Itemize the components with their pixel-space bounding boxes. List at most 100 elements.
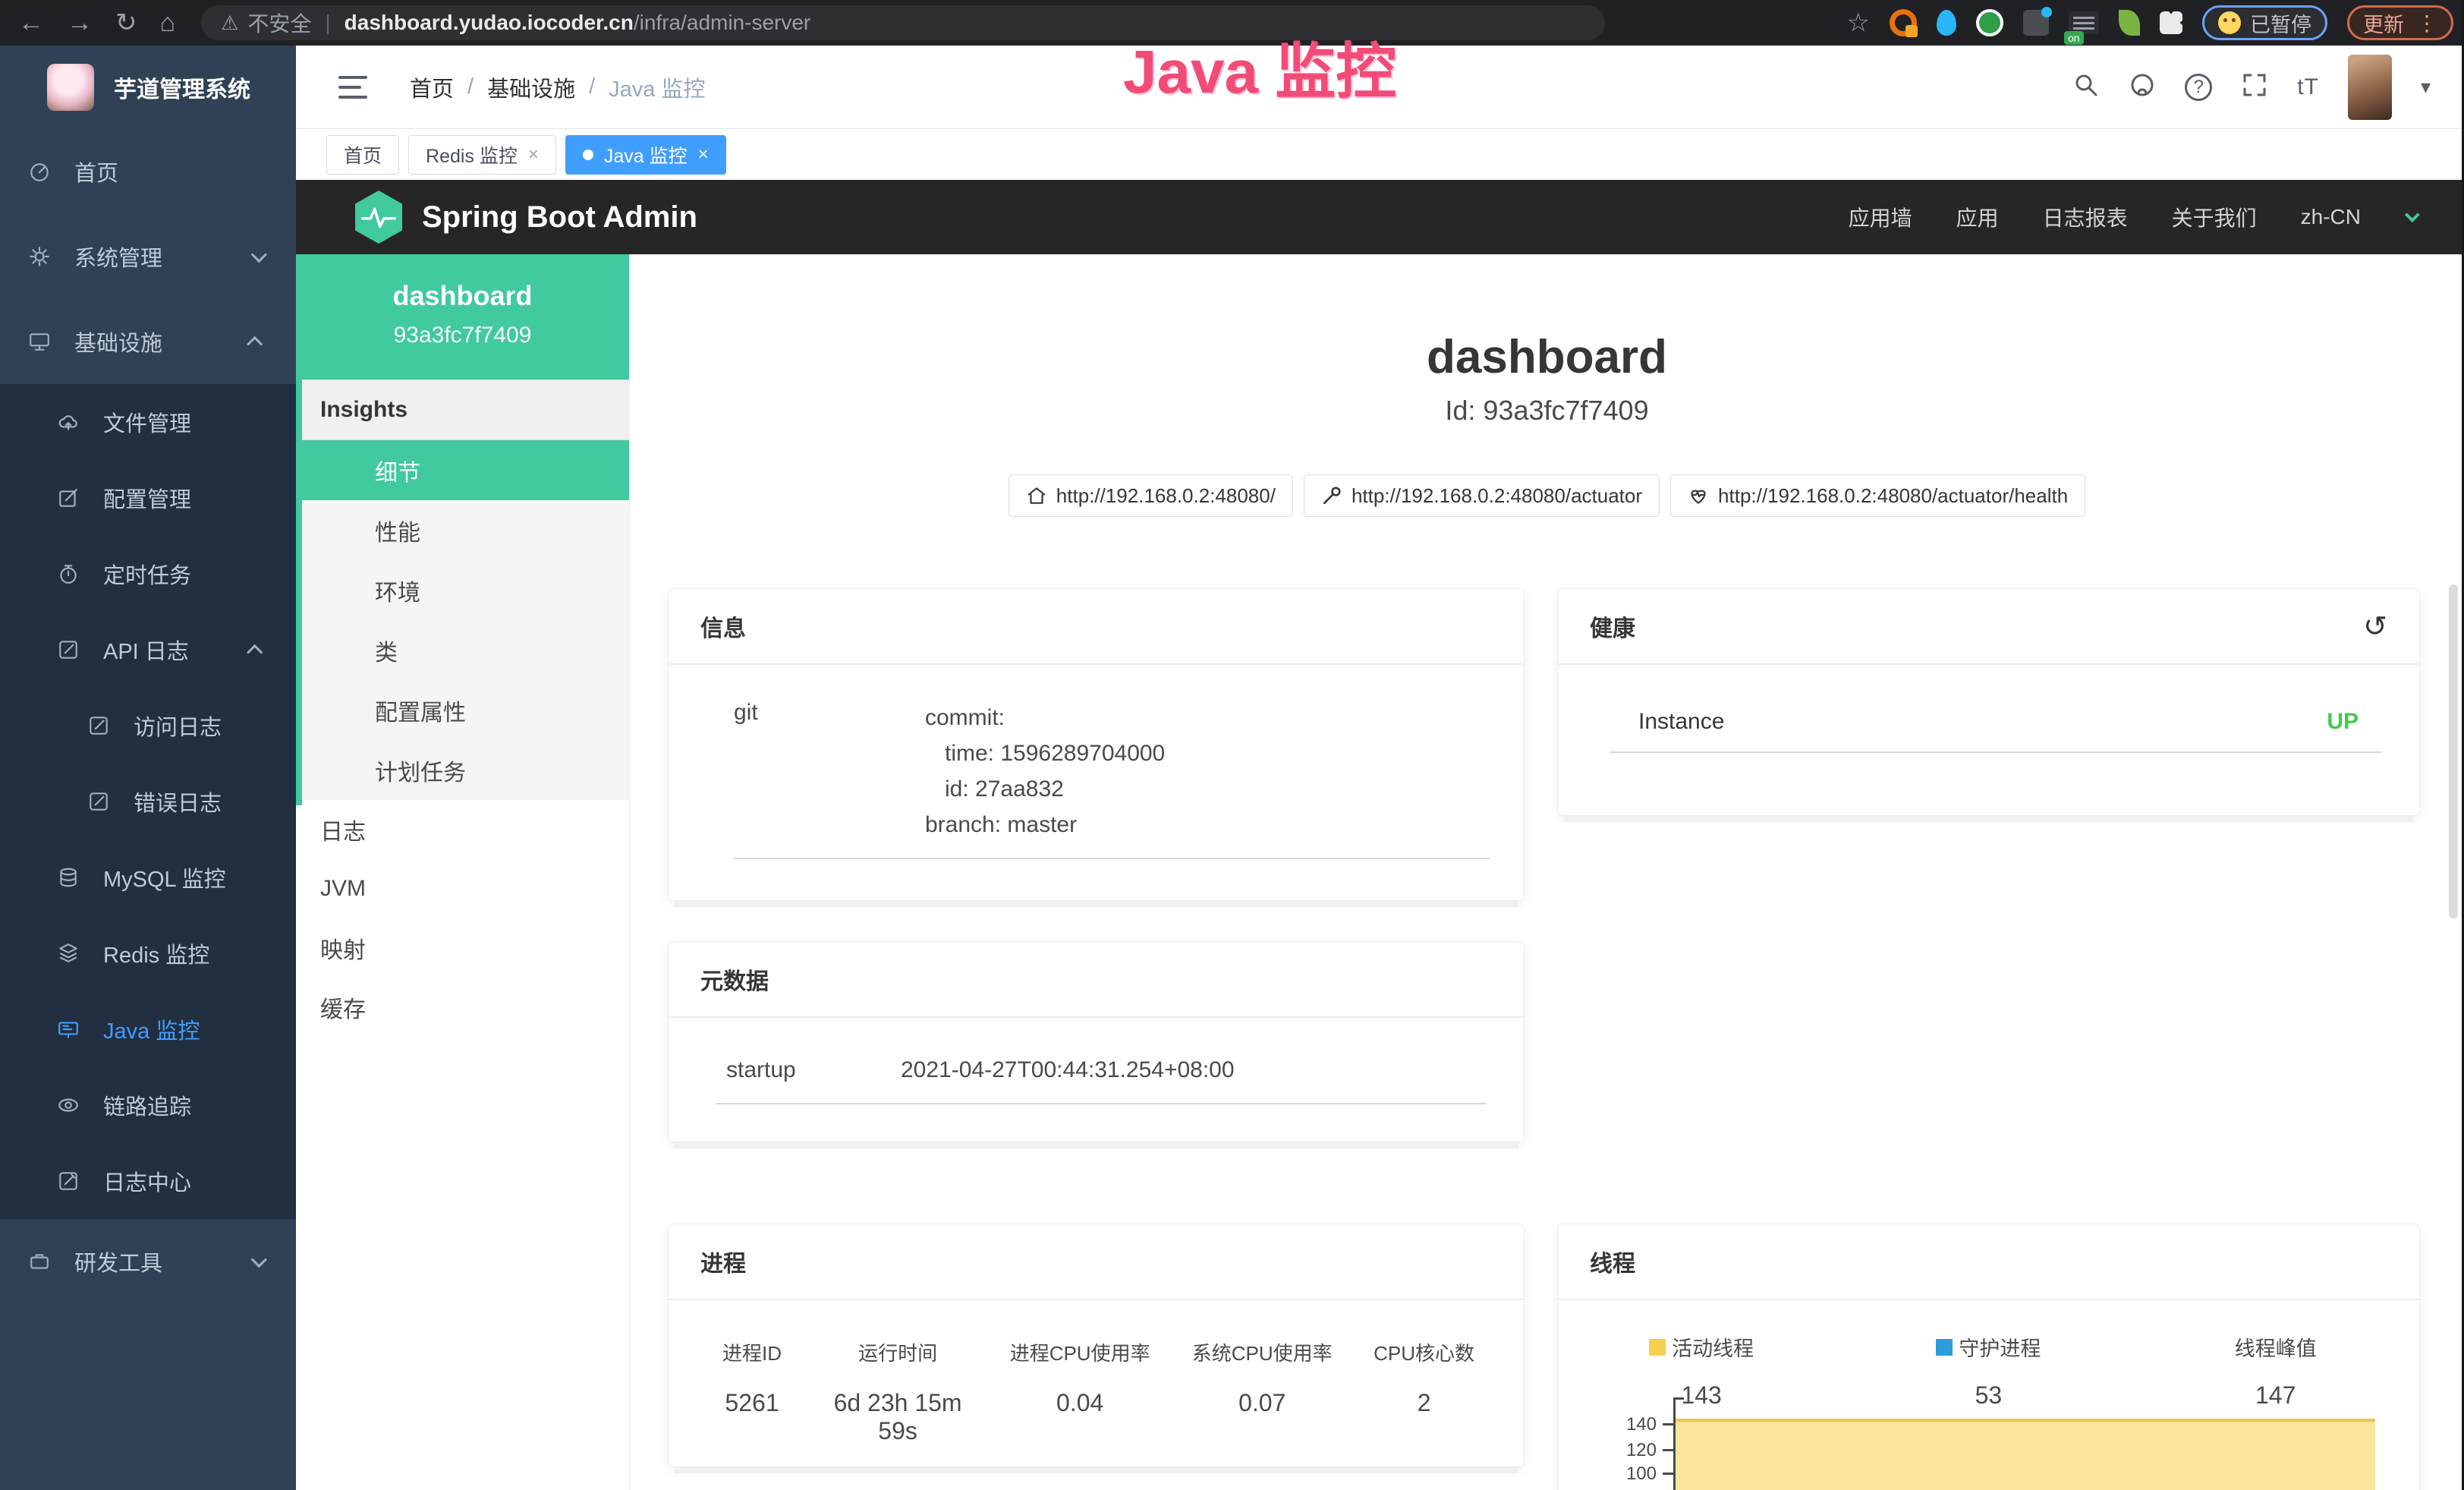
extension-icon-leaf[interactable]	[2119, 10, 2140, 36]
menu-item-environment[interactable]: 环境	[296, 560, 629, 620]
bookmark-star-icon[interactable]: ☆	[1847, 10, 1870, 36]
home-icon[interactable]: ⌂	[160, 10, 176, 36]
sidebar-toggle-icon[interactable]	[338, 76, 367, 99]
health-url-button[interactable]: http://192.168.0.2:48080/actuator/health	[1670, 474, 2085, 517]
axis-tick	[1663, 1423, 1673, 1425]
locale-caret-icon[interactable]	[2405, 207, 2420, 222]
card-info-title: 信息	[669, 589, 1524, 665]
health-status-up: UP	[2327, 709, 2359, 735]
sba-body: dashboard 93a3fc7f7409 Insights 细节 性能 环境…	[296, 254, 2464, 1490]
spring-boot-admin-logo-icon	[355, 191, 402, 244]
menu-item-mappings[interactable]: 映射	[296, 918, 629, 978]
user-avatar[interactable]	[2348, 55, 2392, 120]
app-logo-row[interactable]: 芋道管理系统	[0, 46, 296, 129]
log-icon	[85, 714, 112, 737]
back-icon[interactable]: ←	[18, 10, 44, 36]
menu-item-configprops[interactable]: 配置属性	[296, 680, 629, 740]
extensions-puzzle-icon[interactable]	[2160, 11, 2182, 34]
sidebar-item-devtools[interactable]: 研发工具	[0, 1219, 296, 1304]
chevron-down-icon	[251, 1252, 267, 1268]
font-size-icon[interactable]: tT	[2297, 74, 2319, 100]
process-uptime: 6d 23h 15m 59s	[813, 1389, 983, 1445]
process-cpu: 0.04	[983, 1389, 1177, 1445]
menu-item-jvm[interactable]: JVM	[296, 859, 629, 918]
sidebar-item-config[interactable]: 配置管理	[0, 460, 296, 536]
forward-icon[interactable]: →	[67, 10, 93, 36]
tab-redis-monitor[interactable]: Redis 监控×	[408, 135, 556, 175]
sidebar-item-access-log[interactable]: 访问日志	[0, 688, 296, 764]
reload-icon[interactable]: ↻	[115, 10, 137, 36]
history-icon[interactable]: ↺	[2363, 610, 2387, 644]
url-path: /infra/admin-server	[634, 11, 810, 35]
tab-java-monitor[interactable]: Java 监控×	[565, 135, 726, 175]
extension-icon-list[interactable]: on	[2069, 11, 2099, 34]
info-key-git: git	[734, 700, 925, 843]
card-threads-title: 线程	[1558, 1224, 2419, 1300]
card-health-title: 健康	[1590, 610, 1635, 643]
tab-home[interactable]: 首页	[326, 135, 399, 175]
sidebar-item-system[interactable]: 系统管理	[0, 214, 296, 299]
extension-icon-orange[interactable]	[1890, 9, 1917, 36]
menu-item-logs[interactable]: 日志	[296, 800, 629, 859]
sidebar-item-home[interactable]: 首页	[0, 129, 296, 214]
breadcrumb-current: Java 监控	[609, 71, 705, 103]
user-menu-caret-icon[interactable]: ▾	[2421, 75, 2431, 99]
sidebar-item-api-log[interactable]: API 日志	[0, 612, 296, 688]
sba-nav-about[interactable]: 关于我们	[2172, 202, 2257, 232]
sidebar-item-redis[interactable]: Redis 监控	[0, 915, 296, 991]
sidebar-item-log-center[interactable]: 日志中心	[0, 1143, 296, 1219]
instance-header[interactable]: dashboard 93a3fc7f7409	[296, 254, 629, 380]
sidebar-item-tracing[interactable]: 链路追踪	[0, 1067, 296, 1143]
heart-icon	[1688, 485, 1709, 506]
service-url-button[interactable]: http://192.168.0.2:48080/	[1009, 474, 1293, 517]
instance-id: 93a3fc7f7409	[296, 323, 629, 348]
sba-nav-wallboard[interactable]: 应用墙	[1849, 202, 1912, 232]
extension-icon-grid[interactable]	[2023, 10, 2049, 36]
ytick-140: 140	[1596, 1414, 1657, 1435]
sba-nav-journal[interactable]: 日志报表	[2043, 202, 2128, 232]
browser-menu-icon[interactable]: ⋮	[2416, 11, 2437, 36]
menu-item-details[interactable]: 细节	[296, 440, 629, 500]
close-icon[interactable]: ×	[528, 144, 539, 165]
chrome-update-button[interactable]: 更新 ⋮	[2347, 5, 2453, 40]
sba-locale-select[interactable]: zh-CN	[2301, 205, 2361, 229]
sidebar-item-infra[interactable]: 基础设施	[0, 299, 296, 384]
sidebar-item-java-monitor[interactable]: Java 监控	[0, 991, 296, 1067]
sidebar-item-files[interactable]: 文件管理	[0, 384, 296, 460]
briefcase-icon	[26, 1250, 53, 1273]
breadcrumb-home[interactable]: 首页	[410, 71, 454, 103]
monitor-icon	[26, 330, 53, 353]
search-icon[interactable]	[2072, 71, 2100, 102]
help-icon[interactable]: ?	[2185, 74, 2212, 101]
sidebar-item-jobs[interactable]: 定时任务	[0, 536, 296, 612]
wrench-icon	[1321, 485, 1342, 506]
breadcrumb-infra[interactable]: 基础设施	[487, 71, 575, 103]
menu-item-caches[interactable]: 缓存	[296, 978, 629, 1037]
log-icon	[85, 790, 112, 813]
sidebar-item-mysql[interactable]: MySQL 监控	[0, 840, 296, 915]
sidebar-item-error-log[interactable]: 错误日志	[0, 764, 296, 840]
actuator-url-button[interactable]: http://192.168.0.2:48080/actuator	[1304, 474, 1660, 517]
github-icon[interactable]	[2129, 71, 2156, 102]
info-value-git: commit: time: 1596289704000 id: 27aa832 …	[925, 700, 1165, 843]
fullscreen-icon[interactable]	[2241, 71, 2268, 102]
layers-icon	[55, 942, 82, 965]
active-section-strip	[296, 254, 302, 805]
profile-paused-chip[interactable]: 已暂停	[2202, 5, 2327, 40]
health-key-instance: Instance	[1638, 709, 1724, 735]
profile-avatar-emoji	[2218, 11, 2241, 34]
menu-item-classes[interactable]: 类	[296, 620, 629, 680]
dashboard-icon	[26, 160, 53, 183]
content-scrollbar[interactable]	[2449, 584, 2458, 918]
extension-icon-green[interactable]	[1976, 9, 2003, 36]
close-icon[interactable]: ×	[698, 144, 709, 165]
divider	[1610, 751, 2381, 753]
extension-icon-drop[interactable]	[1937, 10, 1956, 36]
sba-nav-applications[interactable]: 应用	[1956, 202, 1999, 232]
database-icon	[55, 866, 82, 889]
menu-item-metrics[interactable]: 性能	[296, 500, 629, 560]
axis-tick	[1663, 1449, 1673, 1451]
browser-actions: ☆ on 已暂停 更新 ⋮	[1847, 5, 2453, 40]
menu-item-scheduled-tasks[interactable]: 计划任务	[296, 740, 629, 800]
eye-icon	[55, 1094, 82, 1117]
